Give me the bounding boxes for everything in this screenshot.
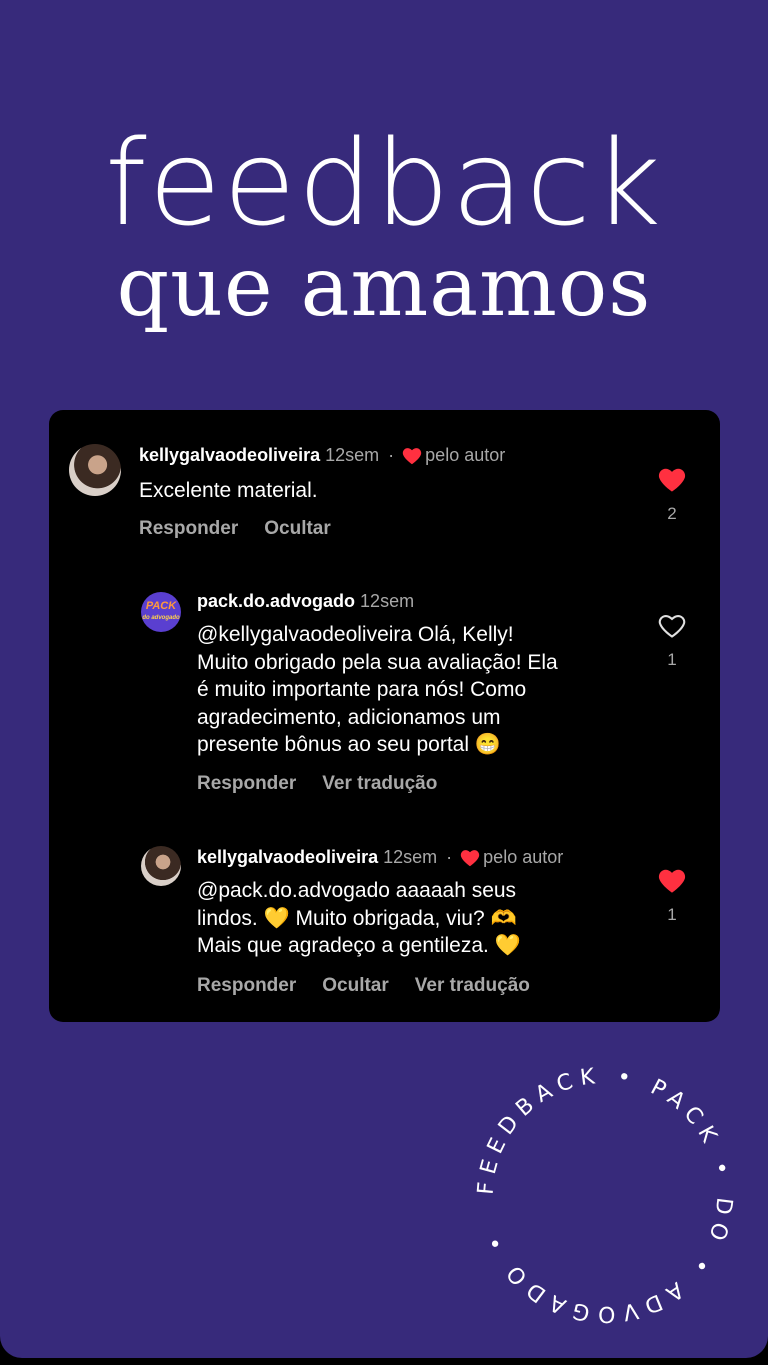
separator: ·	[388, 445, 395, 465]
text-line: @kellygalvaodeoliveira Olá, Kelly!	[197, 623, 514, 646]
like-count: 2	[667, 504, 677, 523]
timestamp: 12sem	[360, 591, 415, 611]
username[interactable]: kellygalvaodeoliveira	[139, 445, 320, 465]
badge-text: FEEDBACK • PACK • DO • ADVOGADO •	[474, 1064, 737, 1327]
heart-filled-icon[interactable]	[658, 868, 686, 894]
separator: ·	[446, 847, 453, 867]
headline-que-amamos: que amamos	[116, 240, 652, 335]
circular-badge: FEEDBACK • PACK • DO • ADVOGADO •	[474, 1064, 737, 1327]
text-line: agradecimento, adicionamos um	[197, 705, 501, 729]
text-line: presente bônus ao seu portal 😁	[197, 733, 502, 756]
heart-icon	[402, 448, 422, 465]
username[interactable]: pack.do.advogado	[197, 591, 355, 611]
timestamp: 12sem	[325, 445, 380, 465]
reply-button[interactable]: Responder	[197, 773, 296, 794]
comments-card: kellygalvaodeoliveira 12sem · pelo autor …	[49, 410, 720, 1022]
comment-header: pack.do.advogado 12sem	[197, 591, 414, 612]
timestamp: 12sem	[383, 847, 438, 867]
text-line: @pack.do.advogado aaaaah seus	[197, 879, 517, 902]
hide-button[interactable]: Ocultar	[264, 518, 331, 539]
comment-text: @pack.do.advogado aaaaah seus lindos. 💛 …	[197, 877, 521, 960]
heart-outline-icon[interactable]	[658, 613, 686, 639]
like-control: 2	[652, 467, 692, 524]
comment-actions: Responder Ocultar	[139, 518, 357, 540]
author-tag: pelo autor	[425, 445, 506, 465]
text-line: Muito obrigado pela sua avaliação! Ela	[197, 650, 558, 674]
avatar-kelly[interactable]	[69, 444, 121, 496]
translate-button[interactable]: Ver tradução	[415, 975, 530, 996]
story-background: feedback que amamos kellygalvaodeoliveir…	[0, 0, 768, 1358]
comment-actions: Responder Ver tradução	[197, 773, 463, 795]
like-count: 1	[667, 650, 677, 669]
text-line: é muito importante para nós! Como	[197, 678, 527, 701]
heart-icon	[460, 850, 480, 867]
avatar-logo: PACK do advogado	[142, 600, 180, 622]
headline-feedback: feedback	[104, 114, 664, 252]
comment-header: kellygalvaodeoliveira 12sem · pelo autor	[197, 847, 563, 868]
author-tag: pelo autor	[483, 847, 564, 867]
text-line: lindos. 💛 Muito obrigada, viu? 🫶	[197, 906, 517, 930]
comment-text: Excelente material.	[139, 479, 318, 502]
comment-actions: Responder Ocultar Ver tradução	[197, 975, 556, 997]
reply-button[interactable]: Responder	[197, 975, 296, 996]
comment-header: kellygalvaodeoliveira 12sem · pelo autor	[139, 445, 505, 466]
reply-button[interactable]: Responder	[139, 518, 238, 539]
text-line: Mais que agradeço a gentileza. 💛	[197, 934, 521, 957]
username[interactable]: kellygalvaodeoliveira	[197, 847, 378, 867]
translate-button[interactable]: Ver tradução	[322, 773, 437, 794]
avatar-pack[interactable]: PACK do advogado	[141, 592, 181, 632]
comment-text: @kellygalvaodeoliveira Olá, Kelly! Muito…	[197, 621, 558, 759]
hide-button[interactable]: Ocultar	[322, 975, 389, 996]
heart-filled-icon[interactable]	[658, 467, 686, 493]
like-count: 1	[667, 905, 677, 924]
like-control: 1	[652, 613, 692, 670]
avatar-kelly[interactable]	[141, 846, 181, 886]
like-control: 1	[652, 868, 692, 925]
